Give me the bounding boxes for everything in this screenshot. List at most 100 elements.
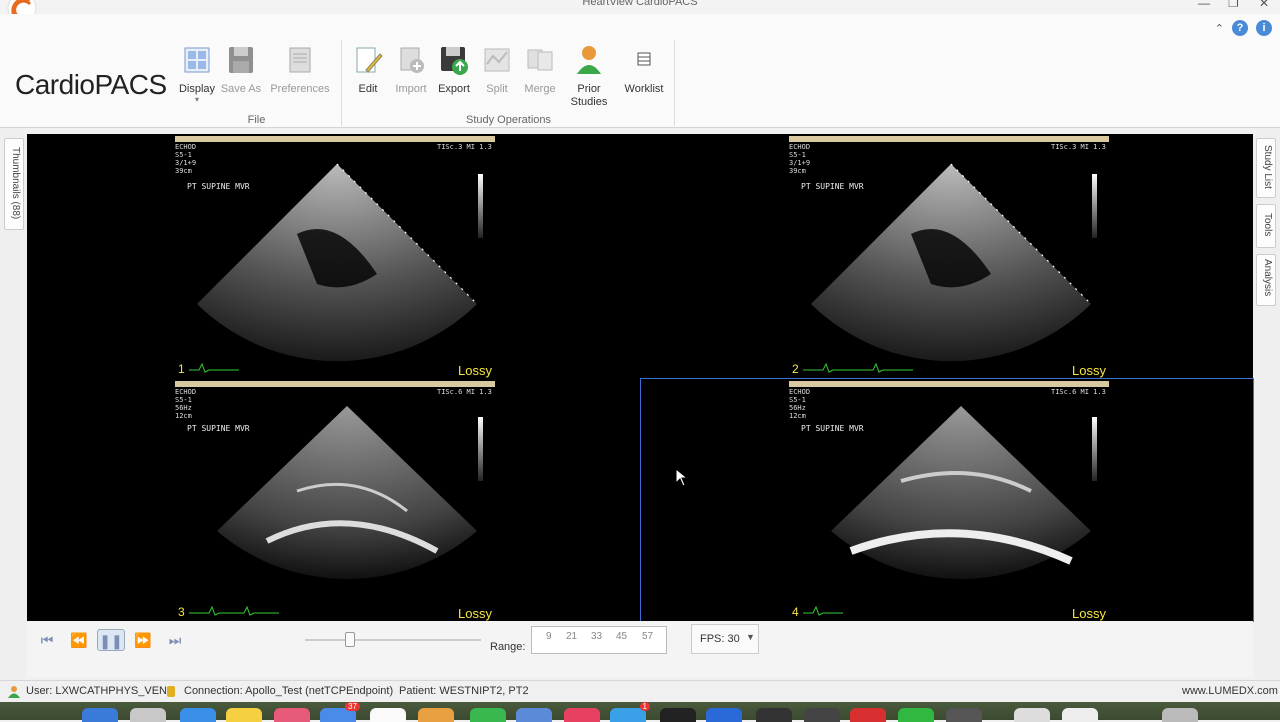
mouse-cursor-icon — [675, 468, 689, 487]
first-frame-button[interactable]: ⏮ — [33, 629, 61, 651]
previous-frame-button[interactable]: ⏪ — [65, 629, 93, 651]
dicom-tag-bar — [789, 136, 1109, 142]
echo-pane-4[interactable]: ECHOD S5-1 56Hz 12cm TISc.6 MI 1.3 PT SU… — [640, 378, 1254, 622]
pane-number: 3 — [178, 605, 185, 619]
tools-tab[interactable]: Tools — [1256, 204, 1276, 248]
range-tick: 9 — [546, 631, 552, 642]
echo-pane-3[interactable]: ECHOD S5-1 56Hz 12cm TISc.6 MI 1.3 PT SU… — [27, 379, 639, 621]
file-group-label: File — [247, 114, 266, 126]
merge-label: Merge — [524, 83, 556, 95]
lossy-label: Lossy — [1072, 606, 1106, 621]
ribbon: ⌃ ? i CardioPACS Display ▾ Save As Prefe… — [0, 14, 1280, 128]
edit-pencil-icon — [356, 47, 383, 73]
dicom-tag-bar — [789, 381, 1109, 387]
preferences-button[interactable]: Preferences — [270, 44, 330, 95]
status-user: User: LXWCATHPHYS_VEN — [26, 685, 167, 697]
range-tick: 45 — [616, 631, 628, 642]
study-operations-label: Study Operations — [466, 114, 551, 126]
preferences-icon — [289, 47, 311, 73]
echo-pane-2[interactable]: ECHOD S5-1 3/1+9 39cm TISc.3 MI 1.3 PT S… — [641, 134, 1253, 378]
dicom-tag-bar — [175, 136, 495, 142]
frame-slider-thumb[interactable] — [345, 632, 355, 647]
display-button[interactable]: Display ▾ — [172, 44, 222, 104]
merge-icon — [527, 49, 553, 71]
playback-controls: ⏮ ⏪ ❚❚ ⏩ ⏭ Range: 9 21 33 45 57 FPS: 30 … — [27, 621, 1253, 677]
pane-number: 2 — [792, 362, 799, 376]
pane-number: 4 — [792, 605, 799, 619]
study-list-tab-label: Study List — [1262, 145, 1273, 189]
title-bar: HeartView CardioPACS — ❐ ✕ — [0, 0, 1280, 23]
analysis-tab[interactable]: Analysis — [1256, 254, 1276, 306]
echo-tis: TISc.3 MI 1.3 — [437, 143, 492, 151]
study-list-tab[interactable]: Study List — [1256, 138, 1276, 198]
ecg-trace — [803, 362, 913, 373]
status-bar: User: LXWCATHPHYS_VEN Connection: Apollo… — [0, 680, 1280, 702]
next-frame-button[interactable]: ⏩ — [129, 629, 157, 651]
app-store-badge: 1 — [639, 702, 650, 711]
grayscale-bar — [478, 417, 483, 481]
echo-tis: TISc.3 MI 1.3 — [1051, 143, 1106, 151]
display-dropdown-icon: ▾ — [194, 95, 199, 104]
ribbon-top-icons: ⌃ ? i — [1215, 20, 1272, 36]
last-frame-button[interactable]: ⏭ — [161, 629, 189, 651]
ecg-trace — [189, 605, 279, 616]
mail-badge: 37 — [345, 702, 360, 711]
restore-button[interactable]: ❐ — [1228, 0, 1239, 10]
range-label: Range: — [490, 641, 526, 653]
brand-title: CardioPACS — [15, 69, 167, 100]
help-icon[interactable]: ? — [1232, 20, 1248, 36]
ultrasound-sector — [197, 163, 478, 362]
save-disk-icon — [229, 47, 253, 73]
fps-dropdown[interactable]: FPS: 30 ▼ — [691, 624, 759, 654]
worklist-button[interactable]: Worklist — [619, 44, 669, 95]
image-viewer[interactable]: ECHOD S5-1 3/1+9 39cm TISc.3 MI 1.3 PT S… — [27, 134, 1254, 622]
display-grid-icon — [184, 47, 210, 73]
ecg-trace — [803, 605, 843, 616]
analysis-tab-label: Analysis — [1262, 259, 1273, 297]
study-operations-group: Edit Import Export Split Merge Prior Stu… — [343, 40, 675, 126]
window-title: HeartView CardioPACS — [582, 0, 698, 8]
chevron-down-icon: ▼ — [746, 632, 755, 642]
echo-tis: TISc.6 MI 1.3 — [1051, 388, 1106, 396]
thumbnails-tab[interactable]: Thumbnails (88) — [4, 138, 24, 230]
echo-tis: TISc.6 MI 1.3 — [437, 388, 492, 396]
pane-number: 1 — [178, 362, 185, 376]
file-group: Display ▾ Save As Preferences File — [172, 40, 342, 126]
lossy-label: Lossy — [458, 363, 492, 378]
pause-button[interactable]: ❚❚ — [97, 629, 125, 651]
status-connection: Connection: Apollo_Test (netTCPEndpoint) — [184, 685, 394, 697]
info-icon[interactable]: i — [1256, 20, 1272, 36]
ultrasound-sector — [217, 406, 477, 580]
merge-button[interactable]: Merge — [515, 44, 565, 95]
database-icon — [167, 686, 175, 697]
range-tick: 57 — [642, 631, 654, 642]
minimize-button[interactable]: — — [1198, 0, 1210, 10]
save-as-button[interactable]: Save As — [216, 44, 266, 95]
collapse-ribbon-icon[interactable]: ⌃ — [1215, 22, 1224, 35]
prior-studies-button[interactable]: Prior Studies — [564, 44, 614, 109]
import-icon — [400, 47, 424, 73]
status-site-link[interactable]: www.LUMEDX.com — [1182, 685, 1278, 697]
user-icon — [8, 686, 20, 698]
prior-studies-label: Prior Studies — [570, 83, 608, 108]
ultrasound-sector — [811, 163, 1092, 362]
right-sidebar: Study List Tools Analysis — [1253, 134, 1280, 674]
preferences-label: Preferences — [270, 83, 330, 95]
status-patient: Patient: WESTNIPT2, PT2 — [399, 685, 529, 697]
dicom-tag-bar — [175, 381, 495, 387]
grayscale-bar — [1092, 174, 1097, 238]
save-as-label: Save As — [220, 83, 262, 95]
range-tick: 33 — [591, 631, 603, 642]
echo-pane-1[interactable]: ECHOD S5-1 3/1+9 39cm TISc.3 MI 1.3 PT S… — [27, 134, 639, 378]
thumbnails-tab-label: Thumbnails (88) — [10, 147, 21, 220]
grayscale-bar — [478, 174, 483, 238]
worklist-label: Worklist — [624, 83, 664, 95]
person-icon — [577, 46, 601, 74]
worklist-icon — [637, 52, 651, 66]
lossy-label: Lossy — [458, 606, 492, 621]
echo-header: ECHOD S5-1 56Hz 12cm — [789, 388, 811, 420]
close-button[interactable]: ✕ — [1259, 0, 1269, 10]
range-selector[interactable]: 9 21 33 45 57 — [531, 626, 667, 654]
frame-slider-track[interactable] — [305, 639, 481, 641]
echo-header: ECHOD S5-1 56Hz 12cm — [175, 388, 197, 420]
